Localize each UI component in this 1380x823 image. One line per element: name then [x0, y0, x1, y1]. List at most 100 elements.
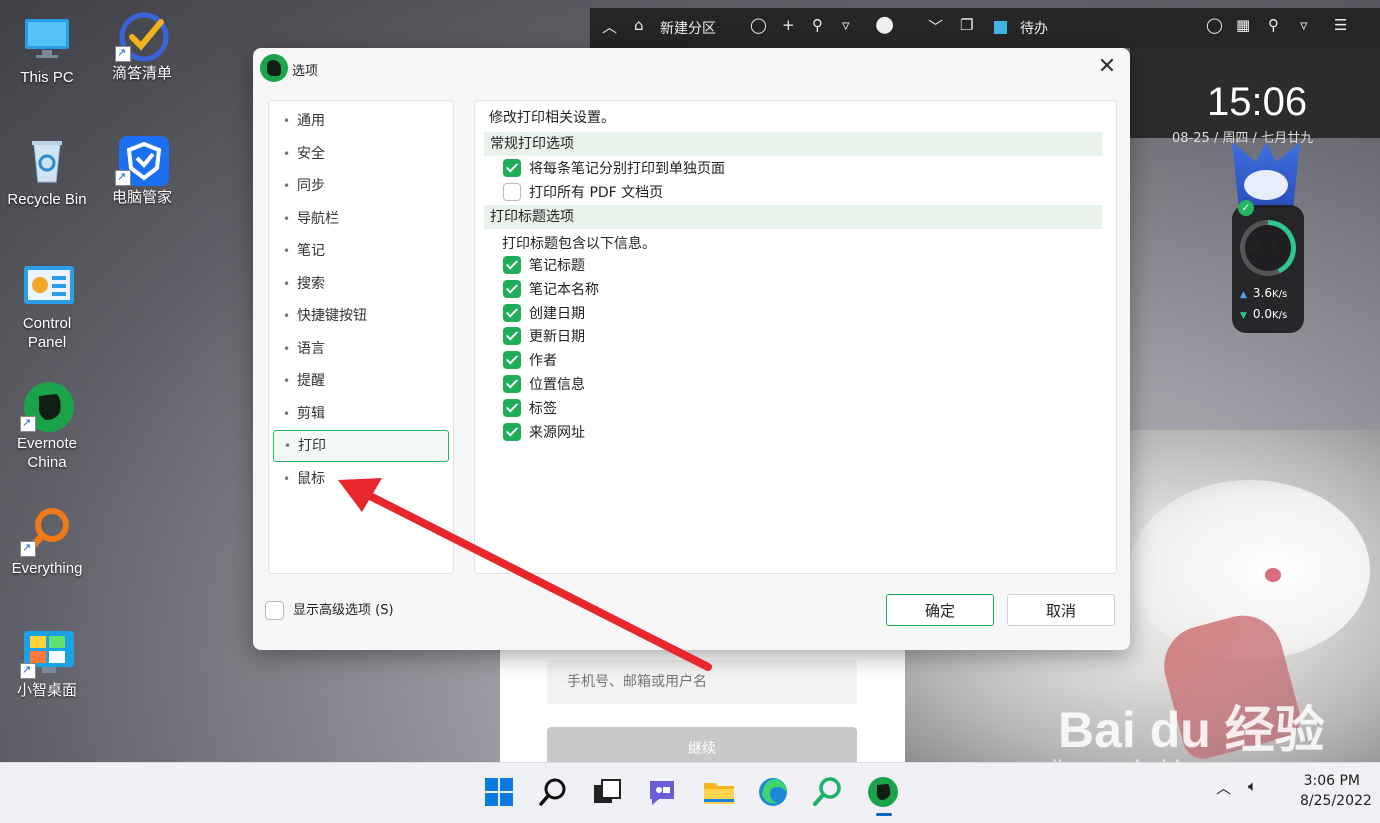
bullet-icon: • — [283, 374, 291, 388]
recycle-bin-icon — [22, 136, 72, 186]
evernote-taskbar-icon[interactable] — [866, 775, 900, 809]
nav-item-security[interactable]: • 安全 — [273, 139, 447, 169]
desktop-icon-label: Recycle Bin — [7, 191, 87, 208]
partition-icon[interactable]: ⌂ — [634, 16, 644, 34]
desktop-icon-dida[interactable]: 滴答清单 — [97, 10, 187, 83]
checkbox-checked[interactable] — [503, 375, 521, 393]
option-label: 打印所有 PDF 文档页 — [529, 185, 664, 201]
monitor-icon — [22, 14, 72, 64]
option-source-url[interactable]: 来源网址 — [503, 422, 585, 444]
checkbox-unchecked[interactable] — [503, 183, 521, 201]
search-app-icon[interactable] — [810, 775, 844, 809]
shortcut-arrow-icon — [20, 661, 36, 680]
desktop-icon-this-pc[interactable]: This PC — [2, 14, 92, 87]
edge-browser-icon[interactable] — [756, 775, 790, 809]
checkbox-checked[interactable] — [503, 280, 521, 298]
shortcut-arrow-icon — [20, 414, 36, 433]
section-general-print: 常规打印选项 — [484, 132, 1102, 156]
checkbox-checked[interactable] — [503, 351, 521, 369]
shirt-icon[interactable]: ▿ — [842, 16, 850, 34]
windows-start-icon[interactable] — [482, 775, 516, 809]
chat-icon[interactable] — [645, 775, 679, 809]
option-author[interactable]: 作者 — [503, 350, 557, 372]
nav-item-navbar[interactable]: • 导航栏 — [273, 204, 447, 234]
volume-icon[interactable]: 🔈︎ — [1248, 777, 1257, 795]
taskbar: ︿ 🔈︎ 3:06 PM 8/25/2022 — [0, 762, 1380, 823]
desktop-icon-evernote[interactable]: Evernote China — [2, 380, 92, 472]
option-note-title[interactable]: 笔记标题 — [503, 255, 585, 277]
plus-icon[interactable]: + — [782, 16, 795, 34]
nav-item-reminders[interactable]: • 提醒 — [273, 366, 447, 396]
show-advanced-option[interactable]: 显示高级选项 (S) — [265, 601, 394, 621]
option-created-date[interactable]: 创建日期 — [503, 303, 585, 325]
chevron-up-icon[interactable]: ︿ — [602, 16, 617, 37]
account-input-wrapper[interactable] — [547, 660, 857, 704]
new-partition-label[interactable]: 新建分区 — [660, 18, 716, 38]
desktop-icon-recycle-bin[interactable]: Recycle Bin — [2, 136, 92, 209]
option-updated-date[interactable]: 更新日期 — [503, 326, 585, 348]
section-title: 打印标题选项 — [490, 209, 574, 225]
taskbar-clock[interactable]: 3:06 PM 8/25/2022 — [1300, 771, 1372, 811]
chevron-down-icon[interactable]: ﹀ — [928, 16, 943, 37]
control-panel-icon — [22, 260, 74, 310]
bullet-icon: • — [283, 212, 291, 226]
checkbox-checked[interactable] — [503, 304, 521, 322]
everything-magnifier-icon — [20, 505, 72, 558]
option-location[interactable]: 位置信息 — [503, 374, 585, 396]
desktop-icon-xiaozhi[interactable]: 小智桌面 — [2, 627, 92, 700]
option-label: 来源网址 — [529, 425, 585, 441]
nav-item-print[interactable]: • 打印 — [273, 430, 449, 462]
nav-item-label: 同步 — [297, 178, 325, 194]
option-notebook-name[interactable]: 笔记本名称 — [503, 279, 599, 301]
task-view-icon[interactable] — [590, 775, 624, 809]
shortcut-arrow-icon — [115, 168, 131, 187]
checkbox-checked[interactable] — [503, 256, 521, 274]
chevron-up-icon[interactable]: ︿ — [1216, 777, 1231, 798]
desktop-icon-control-panel[interactable]: Control Panel — [2, 260, 92, 352]
nav-item-shortcuts[interactable]: • 快捷键按钮 — [273, 301, 447, 331]
account-input[interactable] — [565, 660, 849, 704]
close-icon[interactable]: ✕ — [1094, 54, 1120, 80]
checkbox-checked[interactable] — [503, 399, 521, 417]
option-separate-pages[interactable]: 将每条笔记分别打印到单独页面 — [503, 158, 725, 180]
desktop-icon-pc-manager[interactable]: 电脑管家 — [97, 134, 187, 207]
bullet-icon: • — [283, 244, 291, 258]
shortcut-arrow-icon — [115, 44, 131, 63]
memory-percent-value: 43 — [1248, 235, 1280, 260]
bullet-icon: • — [283, 114, 291, 128]
user-icon[interactable]: ◯ — [1206, 16, 1223, 34]
nav-item-label: 安全 — [297, 146, 325, 162]
shirt-icon[interactable]: ▿ — [1300, 16, 1308, 34]
nav-item-general[interactable]: • 通用 — [273, 106, 447, 136]
search-icon[interactable]: ⚲ — [1268, 16, 1279, 34]
nav-item-notes[interactable]: • 笔记 — [273, 236, 447, 266]
calendar-icon[interactable]: ▦ — [1236, 16, 1250, 34]
bullet-icon: • — [283, 407, 291, 421]
option-label: 将每条笔记分别打印到单独页面 — [529, 161, 725, 177]
nav-item-label: 快捷键按钮 — [297, 308, 367, 324]
folder-icon[interactable] — [702, 775, 736, 809]
user-icon[interactable]: ◯ — [750, 16, 767, 34]
option-print-all-pdf[interactable]: 打印所有 PDF 文档页 — [503, 182, 663, 204]
checkbox-unchecked[interactable] — [265, 601, 284, 620]
nav-item-sync[interactable]: • 同步 — [273, 171, 447, 201]
nav-item-search[interactable]: • 搜索 — [273, 269, 447, 299]
desktop-icon-everything[interactable]: Everything — [2, 505, 92, 578]
ok-button[interactable]: 确定 — [886, 594, 994, 626]
nav-item-clipping[interactable]: • 剪辑 — [273, 399, 447, 429]
search-icon[interactable] — [536, 775, 570, 809]
checkbox-checked[interactable] — [503, 159, 521, 177]
sticky-toolbar: ︿ ⌂ 新建分区 ◯ + ⚲ ▿ ● ﹀ ❐ 待办 ◯ ▦ ⚲ ▿ ☰ — [590, 8, 1380, 48]
shortcut-arrow-icon — [20, 539, 36, 558]
checkbox-checked[interactable] — [503, 327, 521, 345]
nav-item-language[interactable]: • 语言 — [273, 334, 447, 364]
todo-label[interactable]: 待办 — [1020, 18, 1048, 38]
cancel-button[interactable]: 取消 — [1007, 594, 1115, 626]
upload-arrow-icon: ▲ — [1240, 290, 1247, 300]
search-icon[interactable]: ⚲ — [812, 16, 823, 34]
nav-item-mouse[interactable]: • 鼠标 — [273, 464, 447, 494]
checkbox-checked[interactable] — [503, 423, 521, 441]
option-tags[interactable]: 标签 — [503, 398, 557, 420]
menu-icon[interactable]: ☰ — [1334, 16, 1347, 34]
restore-icon[interactable]: ❐ — [960, 16, 973, 34]
